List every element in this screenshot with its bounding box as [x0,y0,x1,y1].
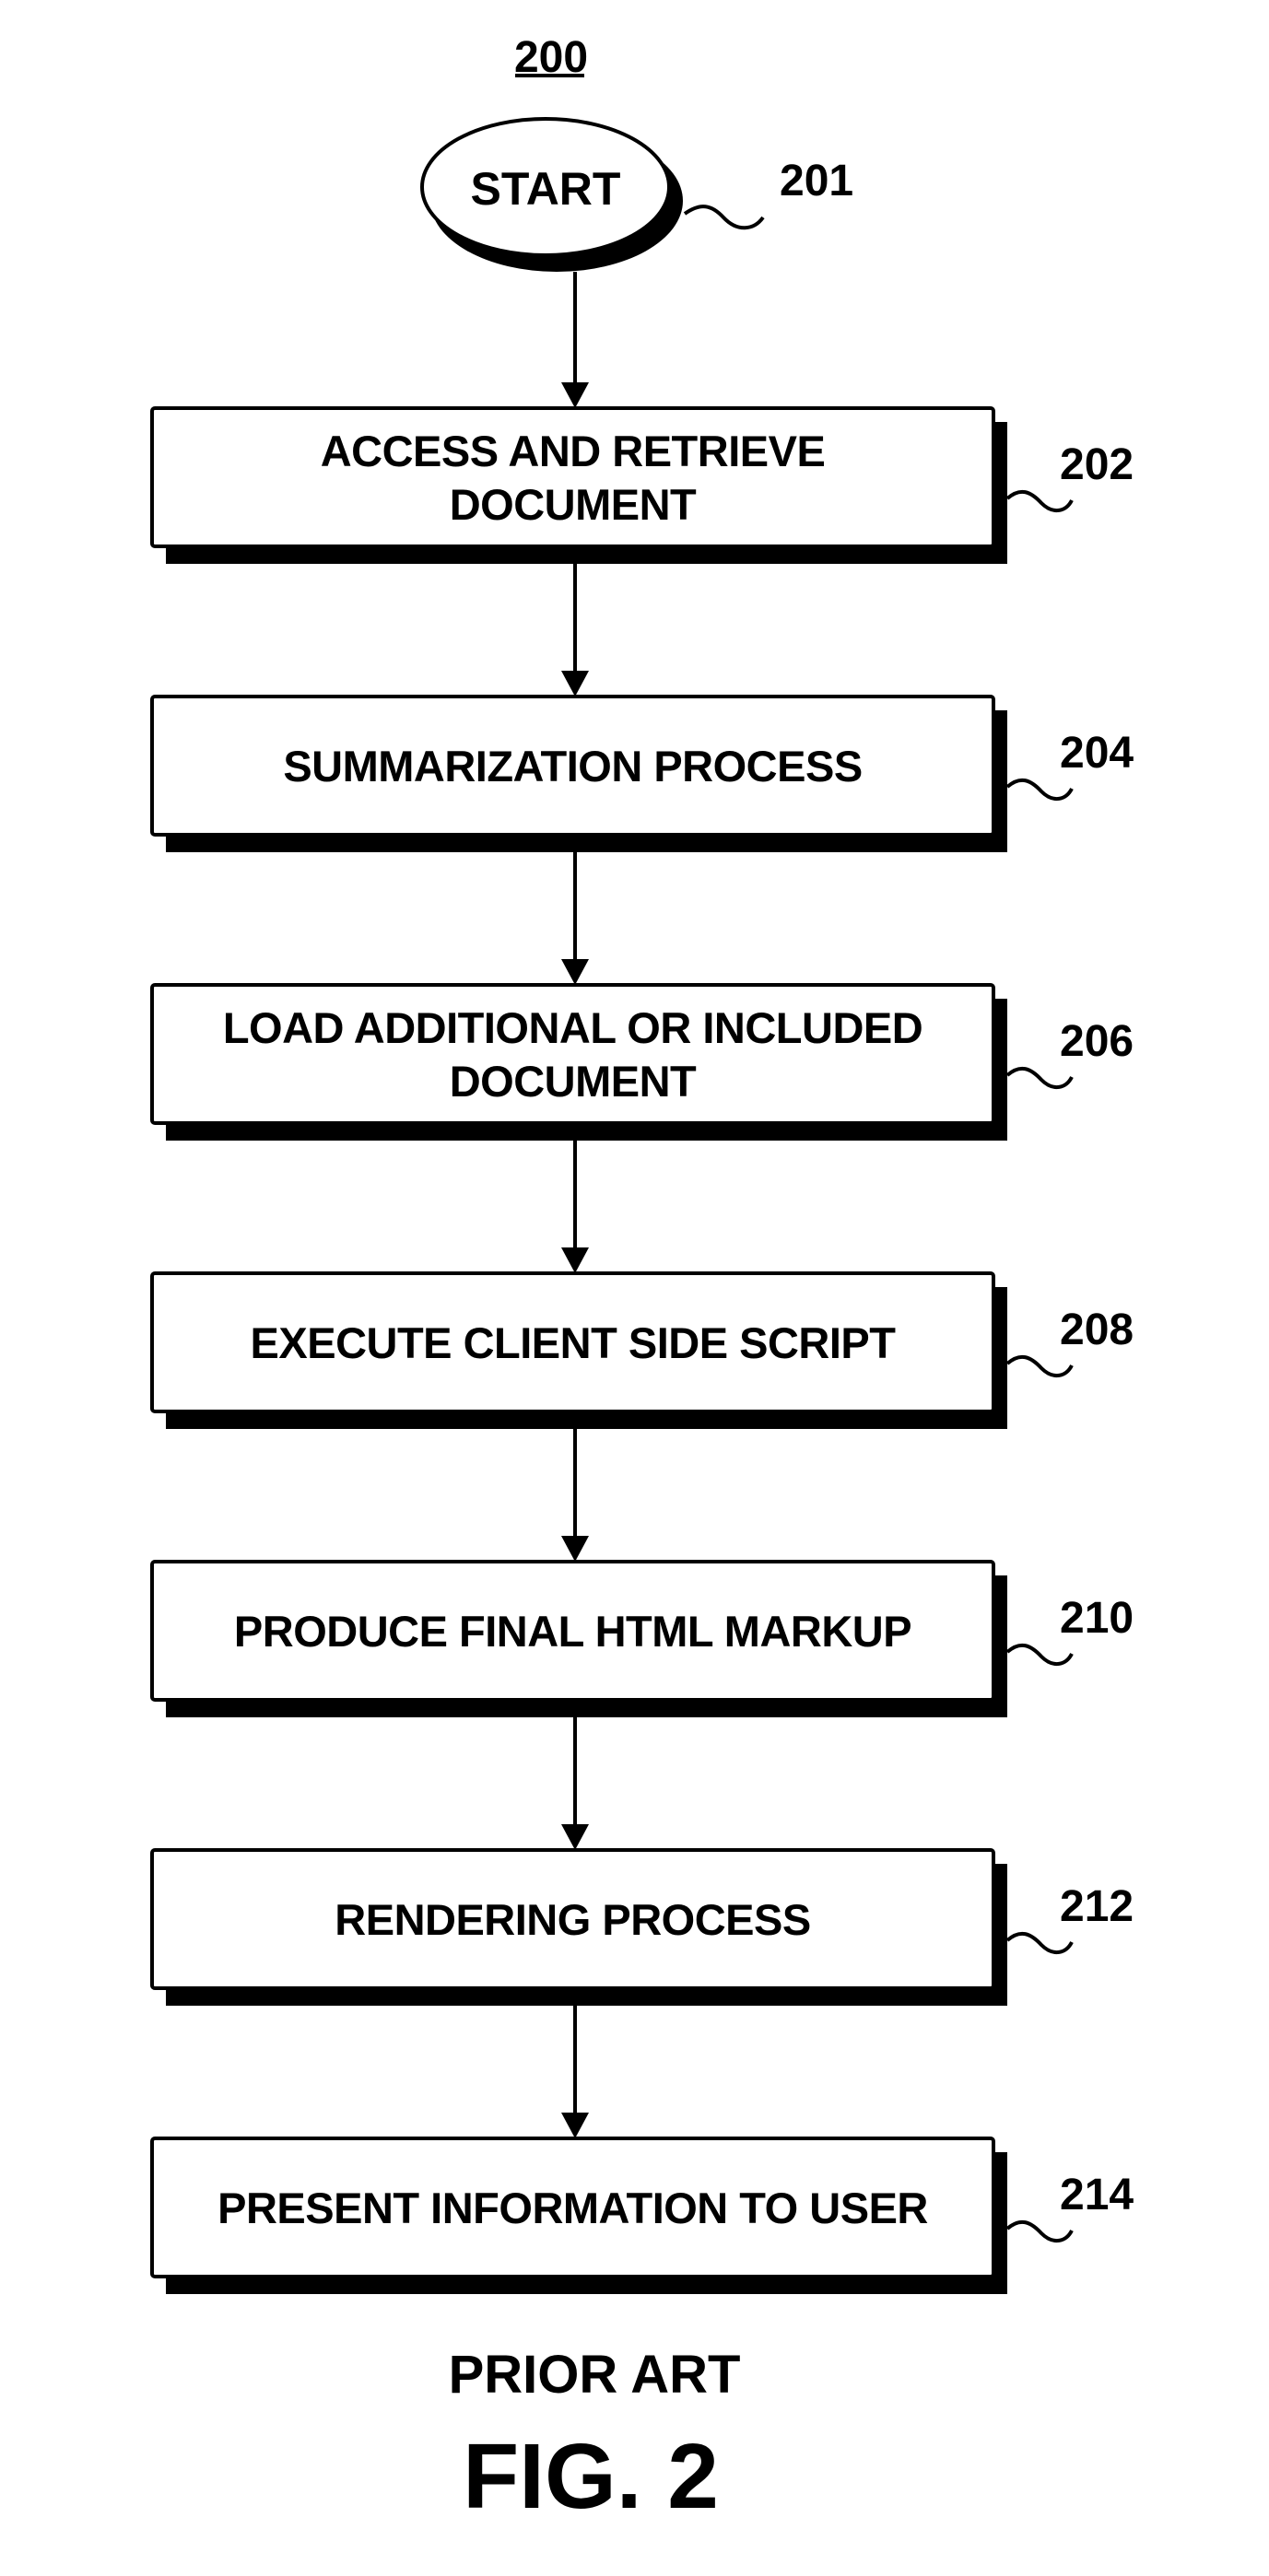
arrowhead-icon [561,1824,589,1850]
step-ref-leader [1005,778,1074,801]
arrow-step-202-to-next [561,564,589,697]
step-ref-leader [1005,489,1074,512]
arrowhead-icon [561,1247,589,1273]
step-ref-label: 204 [1060,729,1134,778]
process-steps: ACCESS AND RETRIEVE DOCUMENT 202 SUMMARIZAT… [150,406,1134,2294]
process-step-206: LOAD ADDITIONAL OR INCLUDED DOCUMENT 206 [150,983,1134,1141]
step-label-line: LOAD ADDITIONAL OR INCLUDED [223,1003,922,1052]
step-ref-leader [1005,1354,1074,1377]
arrow-step-210-to-next [561,1717,589,1850]
arrow-step-206-to-next [561,1141,589,1273]
process-step-204: SUMMARIZATION PROCESS 204 [150,695,1134,852]
process-step-210: PRODUCE FINAL HTML MARKUP 210 [150,1560,1134,1717]
process-step-214: PRESENT INFORMATION TO USER 214 [150,2137,1134,2294]
process-step-208: EXECUTE CLIENT SIDE SCRIPT 208 [150,1271,1134,1429]
process-step-212: RENDERING PROCESS 212 [150,1848,1134,2006]
step-label-line: RENDERING PROCESS [335,1895,810,1944]
prior-art-label: PRIOR ART [449,2345,741,2405]
step-ref-label: 202 [1060,440,1134,489]
start-label: START [471,163,621,215]
arrowhead-icon [561,671,589,697]
step-ref-label: 212 [1060,1882,1134,1931]
step-ref-label: 214 [1060,2171,1134,2219]
step-ref-label: 210 [1060,1594,1134,1643]
step-ref-label: 206 [1060,1017,1134,1066]
arrowhead-icon [561,2113,589,2138]
start-terminal: START [420,117,683,272]
start-ref-label: 201 [780,157,853,205]
step-ref-label: 208 [1060,1306,1134,1354]
arrow-step-212-to-next [561,2006,589,2138]
step-label-line: EXECUTE CLIENT SIDE SCRIPT [251,1318,897,1367]
step-label-line: PRODUCE FINAL HTML MARKUP [234,1607,911,1656]
step-ref-leader [1005,1931,1074,1954]
step-label-line: PRESENT INFORMATION TO USER [217,2184,928,2232]
step-ref-leader [1005,1066,1074,1089]
figure-caption: FIG. 2 [463,2425,719,2528]
arrow-step-208-to-next [561,1429,589,1562]
step-label-line: ACCESS AND RETRIEVE [321,427,826,475]
step-ref-leader [1005,1643,1074,1666]
step-ref-leader [1005,2219,1074,2242]
step-label-line: SUMMARIZATION PROCESS [283,742,862,790]
flowchart: 200 START 201 ACCESS AND RETRIEVEDOCUMEN… [150,33,1134,2528]
step-label-line: DOCUMENT [450,480,697,529]
arrowhead-icon [561,382,589,408]
arrow-start-to-step-1 [561,272,589,408]
arrowhead-icon [561,959,589,985]
arrow-step-204-to-next [561,852,589,985]
step-label-line: DOCUMENT [450,1057,697,1106]
start-ref-leader [683,205,765,230]
arrowhead-icon [561,1536,589,1562]
process-step-202: ACCESS AND RETRIEVE DOCUMENT 202 [150,406,1134,564]
